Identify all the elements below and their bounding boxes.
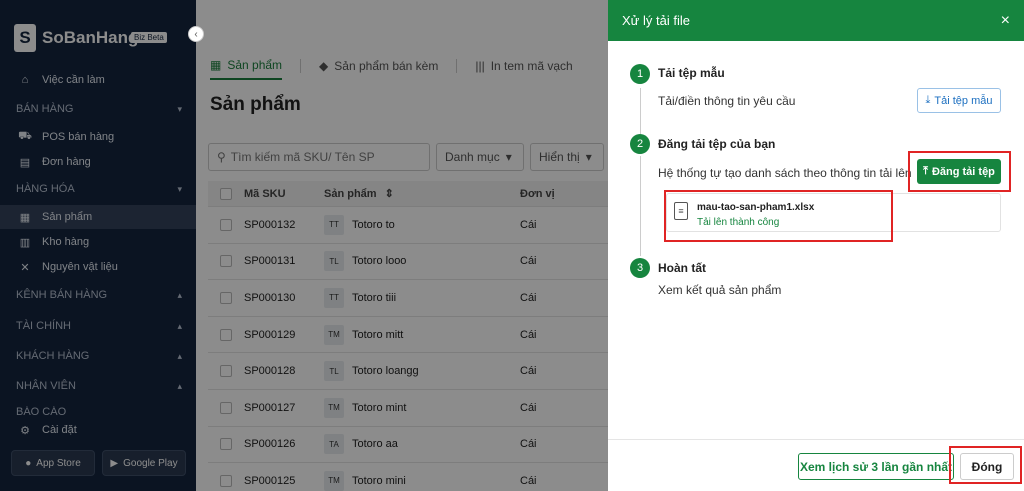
step-3-number: 3: [630, 258, 650, 278]
drawer-header: Xử lý tải file ×: [608, 0, 1024, 41]
step-1-desc: Tải/điền thông tin yêu cầu: [658, 94, 796, 108]
download-template-button[interactable]: ⤓ Tải tệp mẫu: [917, 88, 1001, 113]
view-history-button[interactable]: Xem lịch sử 3 lần gần nhất: [798, 453, 954, 480]
upload-icon: ⤒: [923, 165, 928, 177]
modal-overlay[interactable]: [0, 0, 608, 491]
upload-file-button[interactable]: ⤒ Đăng tải tệp: [917, 159, 1001, 184]
step-1-number: 1: [630, 64, 650, 84]
step-2-desc: Hệ thống tự tạo danh sách theo thông tin…: [658, 166, 912, 180]
step-3-title: Hoàn tất: [658, 261, 706, 275]
step-1-title: Tải tệp mẫu: [658, 66, 725, 80]
close-icon[interactable]: ×: [1001, 12, 1010, 30]
drawer-title: Xử lý tải file: [622, 13, 690, 28]
collapse-sidebar-button[interactable]: ‹: [188, 26, 204, 42]
file-upload-drawer: Xử lý tải file × 1 Tải tệp mẫu Tải/điền …: [608, 0, 1024, 491]
highlight-box: [949, 446, 1022, 484]
step-2-title: Đăng tải tệp của bạn: [658, 137, 776, 151]
step-2-number: 2: [630, 134, 650, 154]
download-icon: ⤓: [925, 94, 931, 106]
step-3-desc: Xem kết quả sản phẩm: [658, 283, 782, 297]
highlight-box: [664, 190, 893, 242]
